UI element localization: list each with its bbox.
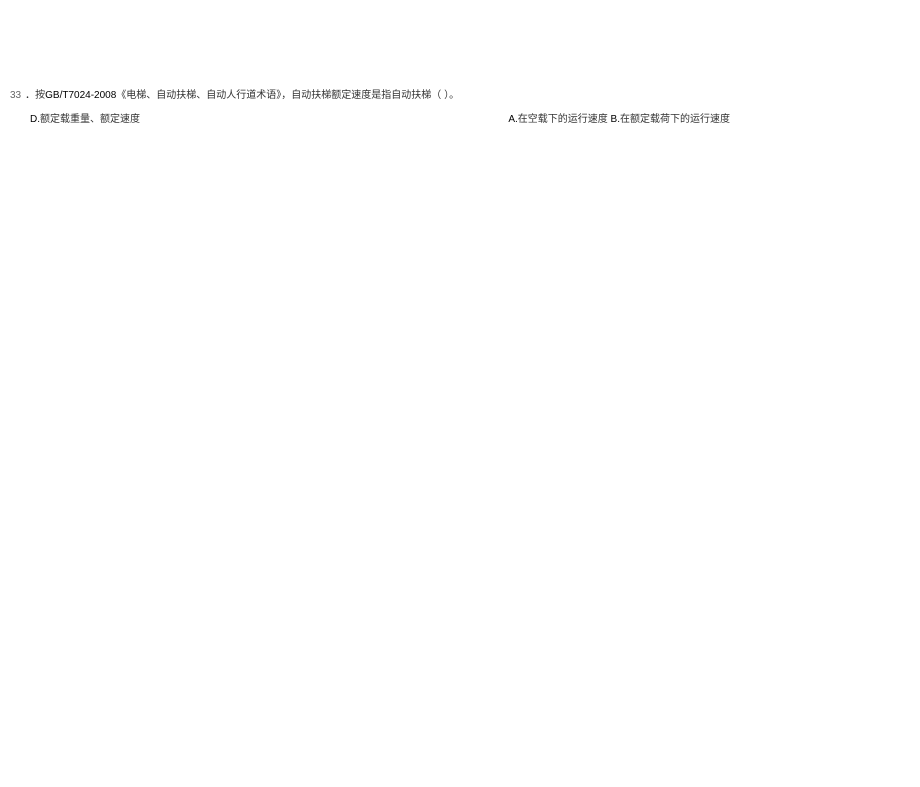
option-b-letter: B. [611,114,620,125]
question-stem-line: 33 ．按GB/T7024-2008《电梯、自动扶梯、自动人行道术语》，自动扶梯… [10,88,910,104]
option-a-text: 在空载下的运行速度 [518,114,608,125]
stem-prefix: ．按 [25,90,45,101]
option-a-letter: A. [508,114,517,125]
stem-main: 《电梯、自动扶梯、自动人行道术语》，自动扶梯额定速度是指自动扶梯（ ）。 [116,90,459,101]
option-d-letter: D. [30,114,40,125]
gb-code: GB/T7024-2008 [45,90,116,101]
option-b-text: 在额定载荷下的运行速度 [620,114,730,125]
option-d: D.额定载重量、额定速度 [30,110,140,125]
question-number: 33 [10,88,21,104]
options-ab: A.在空载下的运行速度 B.在额定载荷下的运行速度 [508,110,910,125]
options-row: D.额定载重量、额定速度 A.在空载下的运行速度 B.在额定载荷下的运行速度 [10,110,910,125]
option-d-text: 额定载重量、额定速度 [40,114,140,125]
question-stem: ．按GB/T7024-2008《电梯、自动扶梯、自动人行道术语》，自动扶梯额定速… [25,88,459,104]
question-container: 33 ．按GB/T7024-2008《电梯、自动扶梯、自动人行道术语》，自动扶梯… [10,88,910,125]
